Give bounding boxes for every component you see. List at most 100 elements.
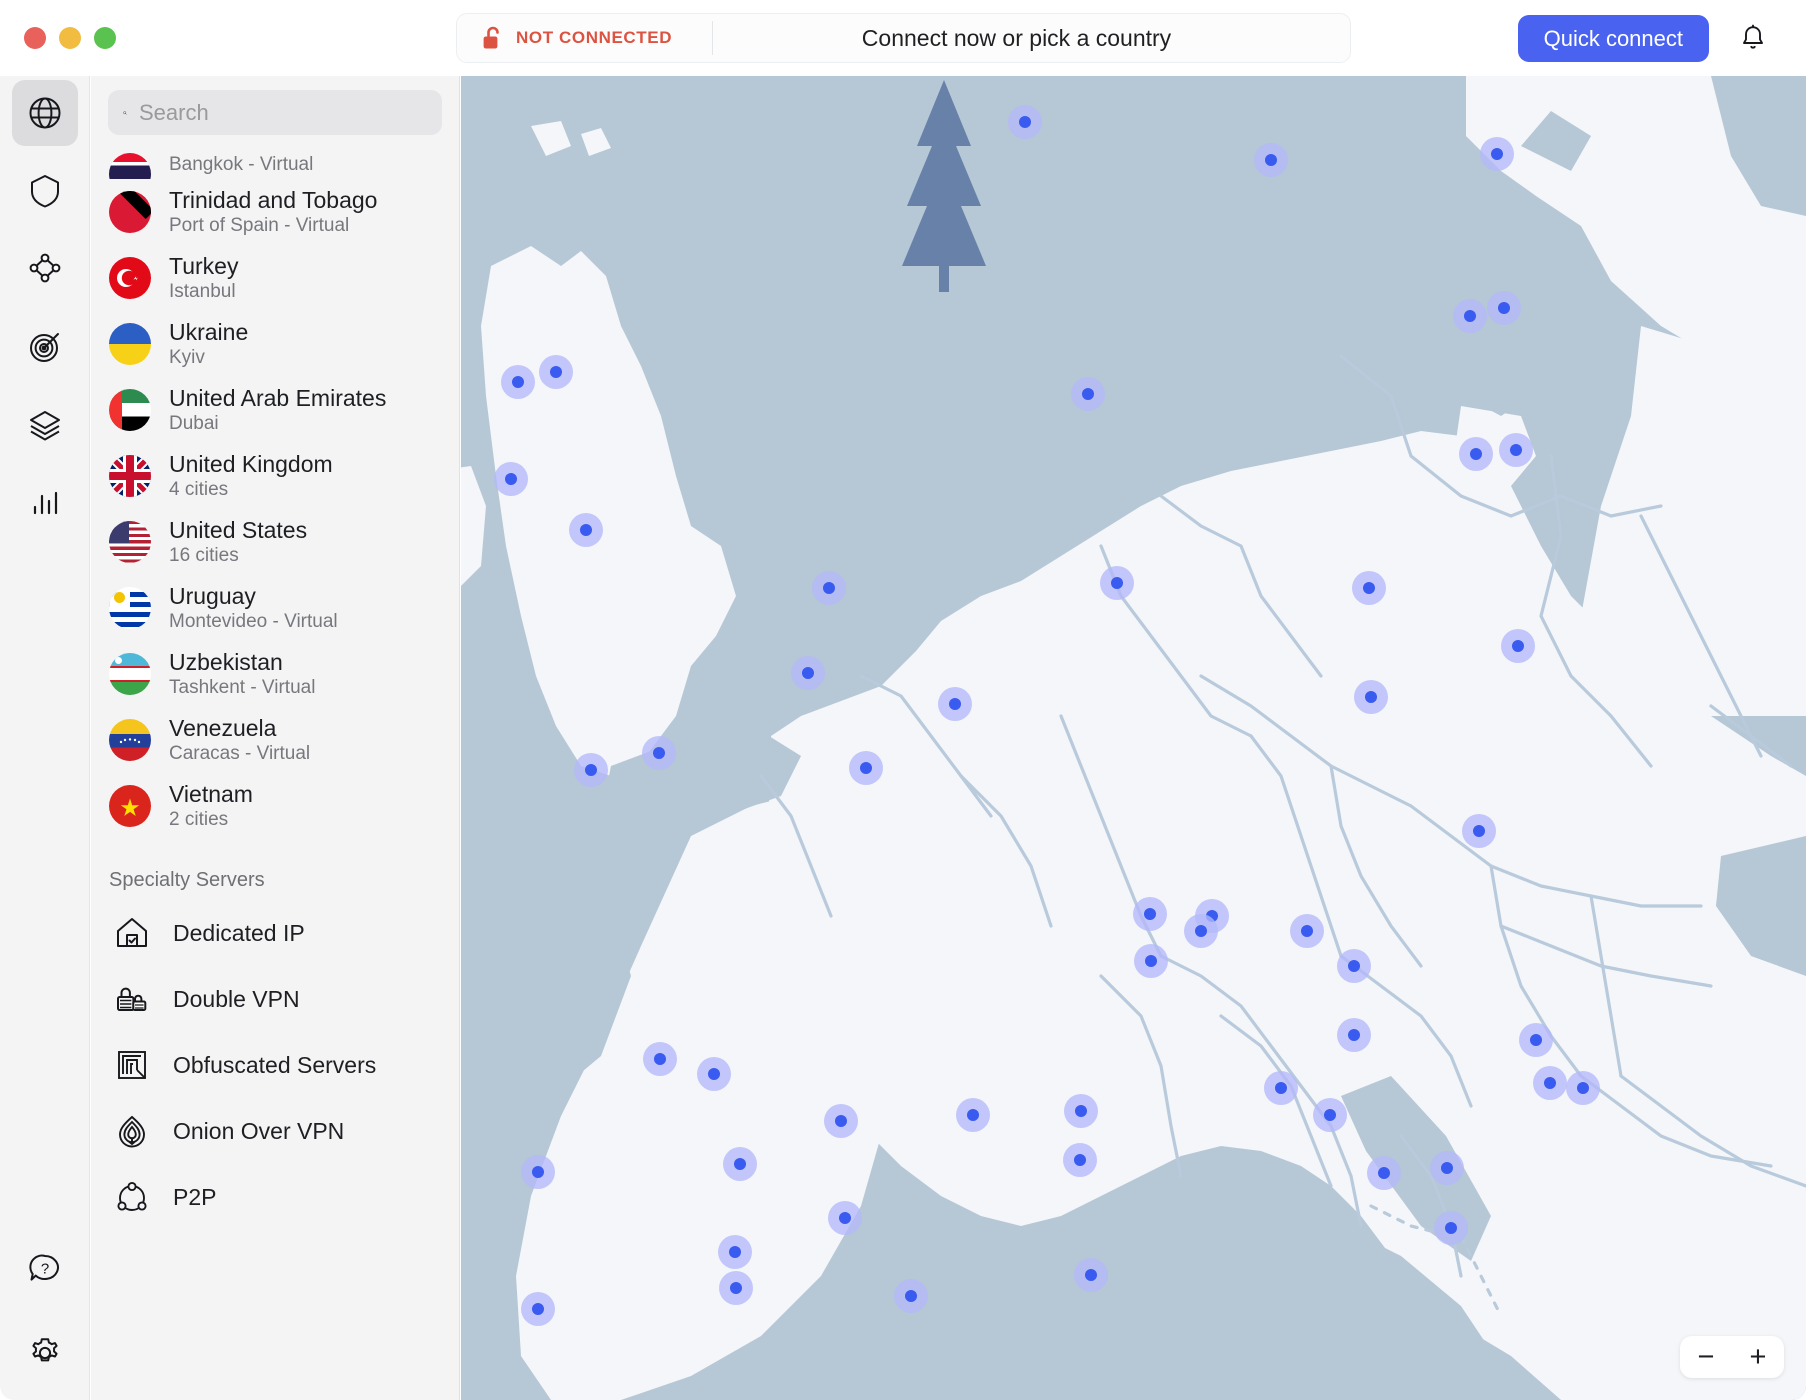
server-pin[interactable] <box>1533 1066 1567 1100</box>
server-pin[interactable] <box>938 687 972 721</box>
specialty-item-label: Onion Over VPN <box>173 1118 344 1145</box>
list-item-title: United Kingdom <box>169 451 333 478</box>
list-item[interactable]: Vietnam 2 cities <box>91 773 460 839</box>
maze-icon <box>114 1047 150 1083</box>
specialty-item-onion-over-vpn[interactable]: Onion Over VPN <box>91 1098 460 1164</box>
radar-icon <box>25 327 65 367</box>
server-pin[interactable] <box>1064 1094 1098 1128</box>
rail-item-file-storage[interactable] <box>12 392 78 458</box>
rail-item-statistics[interactable] <box>12 470 78 536</box>
rail-item-countries[interactable] <box>12 80 78 146</box>
search-box[interactable] <box>108 90 442 135</box>
server-pin[interactable] <box>1008 105 1042 139</box>
specialty-item-double-vpn[interactable]: Double VPN <box>91 966 460 1032</box>
server-pin[interactable] <box>1487 291 1521 325</box>
server-list-panel: Bangkok - Virtual Trinidad and Tobago Po… <box>91 76 460 1400</box>
list-item[interactable]: Bangkok - Virtual <box>91 149 460 179</box>
server-pin[interactable] <box>643 1042 677 1076</box>
country-list[interactable]: Bangkok - Virtual Trinidad and Tobago Po… <box>91 149 460 1400</box>
title-bar: NOT CONNECTED Connect now or pick a coun… <box>0 0 1806 76</box>
server-map[interactable]: − + <box>461 76 1806 1400</box>
server-pin[interactable] <box>824 1104 858 1138</box>
server-pin[interactable] <box>1459 437 1493 471</box>
server-pin[interactable] <box>1254 143 1288 177</box>
server-pin[interactable] <box>1430 1151 1464 1185</box>
list-item-sub: 4 cities <box>169 478 333 502</box>
specialty-item-dedicated-ip[interactable]: Dedicated IP <box>91 900 460 966</box>
server-pin[interactable] <box>697 1057 731 1091</box>
rail-item-meshnet[interactable] <box>12 236 78 302</box>
list-item[interactable]: Venezuela Caracas - Virtual <box>91 707 460 773</box>
server-pin[interactable] <box>1499 433 1533 467</box>
server-pin[interactable] <box>539 355 573 389</box>
server-pin[interactable] <box>1184 914 1218 948</box>
search-area <box>91 76 459 135</box>
server-pin[interactable] <box>1566 1071 1600 1105</box>
list-item[interactable]: Uruguay Montevideo - Virtual <box>91 575 460 641</box>
list-item[interactable]: United Kingdom 4 cities <box>91 443 460 509</box>
search-input[interactable] <box>139 100 427 126</box>
list-item[interactable]: United Arab Emirates Dubai <box>91 377 460 443</box>
list-item[interactable]: United States 16 cities <box>91 509 460 575</box>
server-pin[interactable] <box>894 1279 928 1313</box>
server-pin[interactable] <box>1519 1023 1553 1057</box>
map-zoom-controls[interactable]: − + <box>1680 1336 1784 1378</box>
rail-item-dark-web-monitor[interactable] <box>12 314 78 380</box>
list-item[interactable]: Uzbekistan Tashkent - Virtual <box>91 641 460 707</box>
close-window-button[interactable] <box>24 27 46 49</box>
rail-item-settings[interactable] <box>12 1320 78 1386</box>
server-pin[interactable] <box>1337 949 1371 983</box>
server-pin[interactable] <box>501 365 535 399</box>
rail-item-threat-protection[interactable] <box>12 158 78 224</box>
server-pin[interactable] <box>1313 1098 1347 1132</box>
list-item[interactable]: Trinidad and Tobago Port of Spain - Virt… <box>91 179 460 245</box>
server-pin[interactable] <box>1501 629 1535 663</box>
specialty-item-obfuscated-servers[interactable]: Obfuscated Servers <box>91 1032 460 1098</box>
server-pin[interactable] <box>1434 1211 1468 1245</box>
server-pin[interactable] <box>569 513 603 547</box>
server-pin[interactable] <box>1480 137 1514 171</box>
server-pin[interactable] <box>723 1147 757 1181</box>
list-item[interactable]: Turkey Istanbul <box>91 245 460 311</box>
server-pin[interactable] <box>1290 914 1324 948</box>
server-pin[interactable] <box>642 736 676 770</box>
list-item[interactable]: Ukraine Kyiv <box>91 311 460 377</box>
server-pin[interactable] <box>1071 377 1105 411</box>
server-pin[interactable] <box>1453 299 1487 333</box>
server-pin[interactable] <box>791 656 825 690</box>
layers-icon <box>25 405 65 445</box>
zoom-out-button[interactable]: − <box>1698 1343 1715 1372</box>
quick-connect-button[interactable]: Quick connect <box>1518 15 1709 62</box>
server-pin[interactable] <box>719 1271 753 1305</box>
server-pin[interactable] <box>521 1292 555 1326</box>
server-pin[interactable] <box>1134 944 1168 978</box>
gear-icon <box>25 1333 65 1373</box>
server-pin[interactable] <box>1337 1018 1371 1052</box>
specialty-item-p2p[interactable]: P2P <box>91 1164 460 1230</box>
maximize-window-button[interactable] <box>94 27 116 49</box>
server-pin[interactable] <box>1074 1258 1108 1292</box>
server-pin[interactable] <box>1352 571 1386 605</box>
rail-item-help[interactable]: ? <box>12 1236 78 1302</box>
flag-icon <box>109 587 151 629</box>
svg-text:?: ? <box>41 1261 49 1278</box>
server-pin[interactable] <box>521 1155 555 1189</box>
server-pin[interactable] <box>1264 1071 1298 1105</box>
server-pin[interactable] <box>1367 1156 1401 1190</box>
server-pin[interactable] <box>1354 680 1388 714</box>
server-pin[interactable] <box>574 753 608 787</box>
server-pin[interactable] <box>956 1098 990 1132</box>
list-item-sub: 16 cities <box>169 544 307 568</box>
server-pin[interactable] <box>1063 1143 1097 1177</box>
server-pin[interactable] <box>1100 566 1134 600</box>
server-pin[interactable] <box>812 571 846 605</box>
server-pin[interactable] <box>828 1201 862 1235</box>
notifications-button[interactable] <box>1732 17 1774 59</box>
minimize-window-button[interactable] <box>59 27 81 49</box>
zoom-in-button[interactable]: + <box>1750 1343 1767 1372</box>
server-pin[interactable] <box>494 462 528 496</box>
server-pin[interactable] <box>849 751 883 785</box>
server-pin[interactable] <box>718 1235 752 1269</box>
server-pin[interactable] <box>1462 814 1496 848</box>
server-pin[interactable] <box>1133 897 1167 931</box>
